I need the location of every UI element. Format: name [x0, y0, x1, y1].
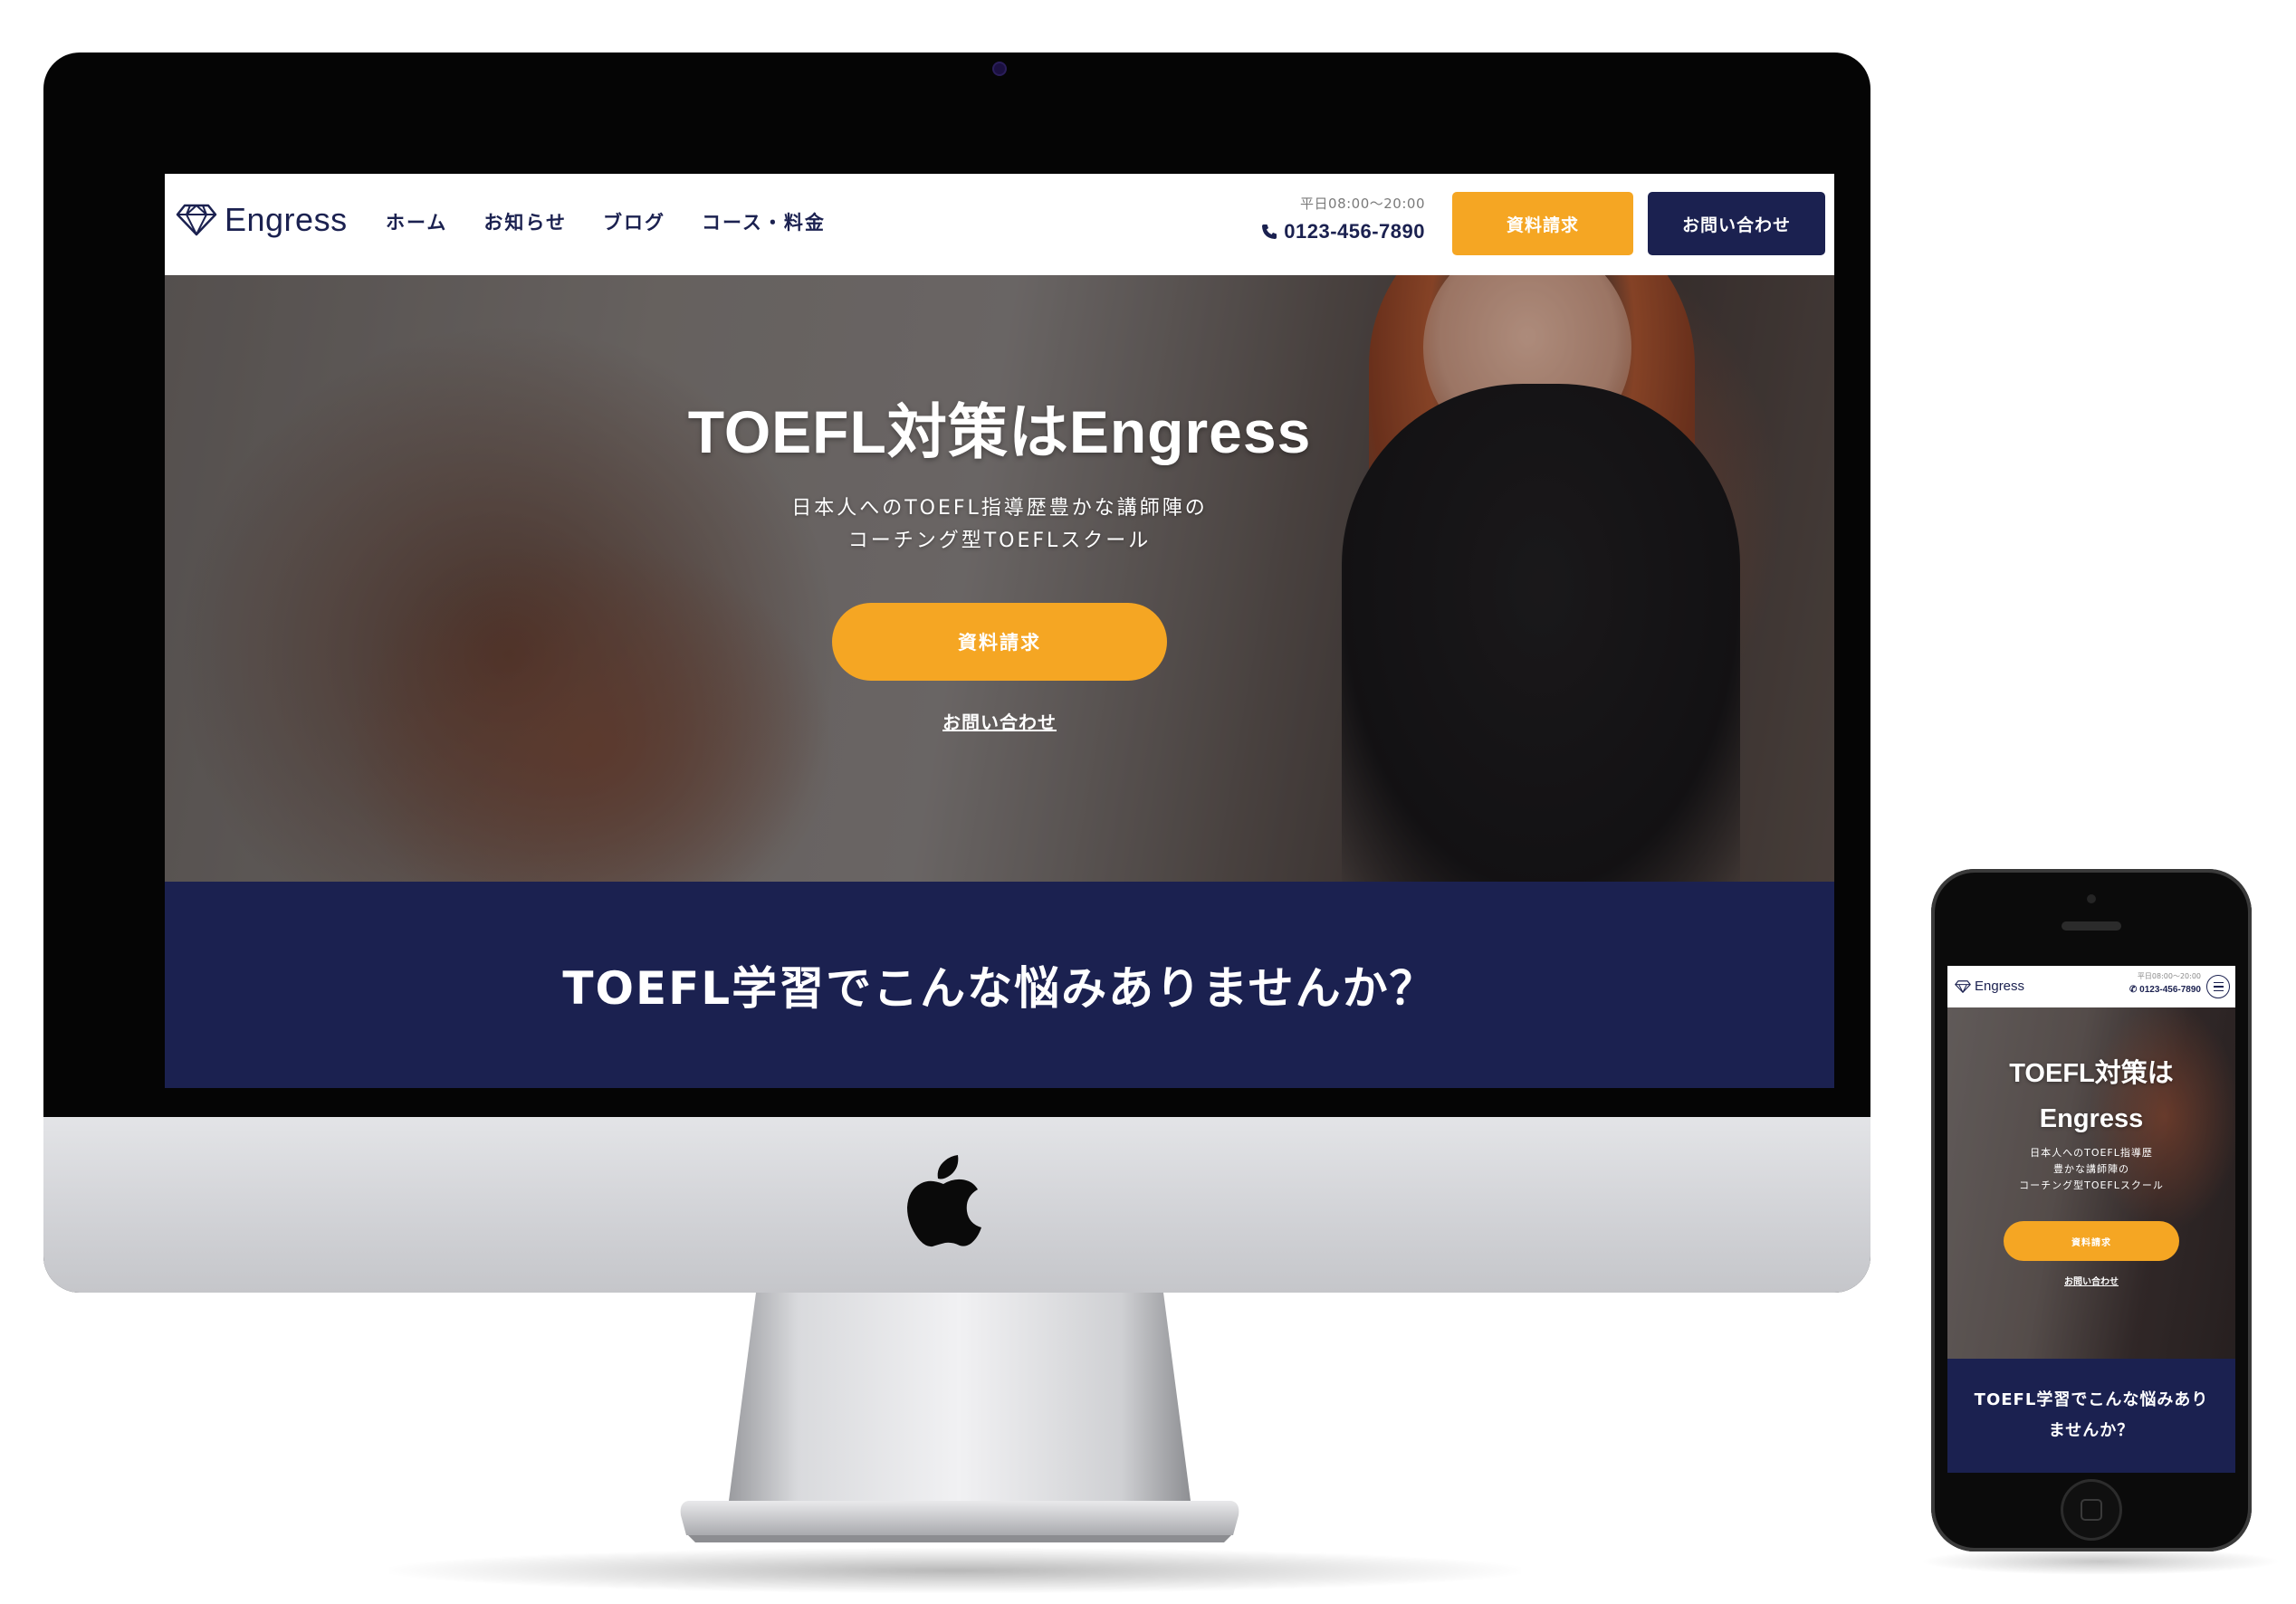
mobile-phone-number[interactable]: ✆ 0123-456-7890	[2103, 985, 2201, 995]
problems-section: TOEFL学習でこんな悩みありませんか？	[165, 882, 1834, 1088]
request-materials-button[interactable]: 資料請求	[1452, 192, 1633, 255]
nav-item-news[interactable]: お知らせ	[483, 208, 567, 235]
desktop-screen: Engress ホーム お知らせ ブログ コース・料金 平日08:00〜20:0…	[165, 174, 1834, 1088]
imac-stand	[680, 1293, 1239, 1542]
menu-line	[2213, 986, 2224, 988]
phone-number: 0123-456-7890	[1284, 220, 1425, 243]
home-square-icon	[2081, 1499, 2102, 1521]
mobile-request-button[interactable]: 資料請求	[2004, 1221, 2179, 1261]
imac-chin	[43, 1117, 1870, 1293]
mobile-brand-name: Engress	[1975, 979, 2025, 994]
hero-contact-link[interactable]: お問い合わせ	[942, 708, 1057, 734]
mobile-hero-title: TOEFL対策は Engress	[2009, 1051, 2174, 1141]
mobile-hero-content: TOEFL対策は Engress 日本人へのTOEFL指導歴 豊かな講師陣の コ…	[1947, 1007, 2235, 1287]
mobile-hero-subtitle: 日本人へのTOEFL指導歴 豊かな講師陣の コーチング型TOEFLスクール	[2019, 1145, 2164, 1194]
camera	[994, 63, 1005, 74]
problems-title: TOEFL学習でこんな悩みありませんか？	[562, 962, 1437, 1015]
iphone-home-button[interactable]	[2061, 1479, 2122, 1541]
menu-line	[2213, 989, 2224, 992]
hero-content: TOEFL対策はEngress 日本人へのTOEFL指導歴豊かな講師陣の コーチ…	[165, 275, 1834, 882]
contact-button[interactable]: お問い合わせ	[1648, 192, 1825, 255]
mobile-business-hours: 平日08:00〜20:00	[2137, 972, 2201, 980]
hero-subtitle: 日本人へのTOEFL指導歴豊かな講師陣の コーチング型TOEFLスクール	[791, 492, 1208, 558]
phone-icon	[1262, 224, 1277, 239]
mobile-hero: TOEFL対策は Engress 日本人へのTOEFL指導歴 豊かな講師陣の コ…	[1947, 1007, 2235, 1359]
header-contact: 平日08:00〜20:00 0123-456-7890	[1244, 194, 1425, 243]
mobile-problems-section: TOEFL学習でこんな悩みあり ませんか？	[1947, 1359, 2235, 1473]
menu-line	[2213, 981, 2224, 984]
imac-frame: Engress ホーム お知らせ ブログ コース・料金 平日08:00〜20:0…	[43, 53, 1870, 1293]
mobile-contact-link[interactable]: お問い合わせ	[2064, 1274, 2119, 1287]
mobile-hero-subtitle-line1: 日本人へのTOEFL指導歴	[2030, 1147, 2153, 1159]
phone-icon: ✆	[2129, 985, 2138, 995]
hero-request-button[interactable]: 資料請求	[832, 603, 1167, 681]
brand-logo[interactable]: Engress	[176, 201, 348, 239]
iphone-camera	[2087, 894, 2096, 903]
mobile-hero-subtitle-line3: コーチング型TOEFLスクール	[2019, 1179, 2164, 1191]
iphone-frame: Engress 平日08:00〜20:00 ✆ 0123-456-7890 TO…	[1931, 869, 2252, 1551]
hero-subtitle-line1: 日本人へのTOEFL指導歴豊かな講師陣の	[791, 497, 1208, 520]
business-hours: 平日08:00〜20:00	[1300, 196, 1425, 212]
nav-item-courses[interactable]: コース・料金	[702, 208, 826, 235]
mobile-brand-logo[interactable]: Engress	[1955, 979, 2024, 994]
brand-name: Engress	[225, 201, 348, 238]
iphone-speaker	[2062, 921, 2121, 931]
mobile-header: Engress 平日08:00〜20:00 ✆ 0123-456-7890	[1947, 966, 2235, 1007]
hero-section: TOEFL対策はEngress 日本人へのTOEFL指導歴豊かな講師陣の コーチ…	[165, 275, 1834, 882]
mobile-hero-title-line1: TOEFL対策は	[2009, 1059, 2174, 1088]
phone-shadow	[1919, 1548, 2282, 1575]
hero-subtitle-line2: コーチング型TOEFLスクール	[847, 530, 1152, 552]
menu-icon[interactable]	[2206, 975, 2230, 998]
mobile-problems-title: TOEFL学習でこんな悩みあり ませんか？	[1965, 1385, 2218, 1446]
nav-item-home[interactable]: ホーム	[386, 208, 447, 235]
diamond-logo-icon	[1955, 979, 1971, 993]
diamond-logo-icon	[176, 204, 217, 236]
hero-title: TOEFL対策はEngress	[687, 398, 1312, 465]
mobile-problems-line1: TOEFL学習でこんな悩みあり	[1974, 1390, 2209, 1409]
mobile-problems-line2: ませんか？	[2048, 1421, 2135, 1440]
main-nav: ホーム お知らせ ブログ コース・料金	[386, 208, 826, 235]
mobile-header-contact: 平日08:00〜20:00 ✆ 0123-456-7890	[2103, 971, 2201, 995]
apple-logo-icon	[907, 1155, 981, 1247]
mobile-hero-title-line2: Engress	[2039, 1104, 2144, 1133]
mobile-phone-text: 0123-456-7890	[2139, 985, 2201, 995]
mobile-hero-subtitle-line2: 豊かな講師陣の	[2052, 1163, 2129, 1175]
phone-number-row[interactable]: 0123-456-7890	[1244, 220, 1425, 243]
nav-item-blog[interactable]: ブログ	[603, 208, 665, 235]
mobile-screen: Engress 平日08:00〜20:00 ✆ 0123-456-7890 TO…	[1947, 966, 2235, 1473]
site-header: Engress ホーム お知らせ ブログ コース・料金 平日08:00〜20:0…	[165, 174, 1834, 275]
